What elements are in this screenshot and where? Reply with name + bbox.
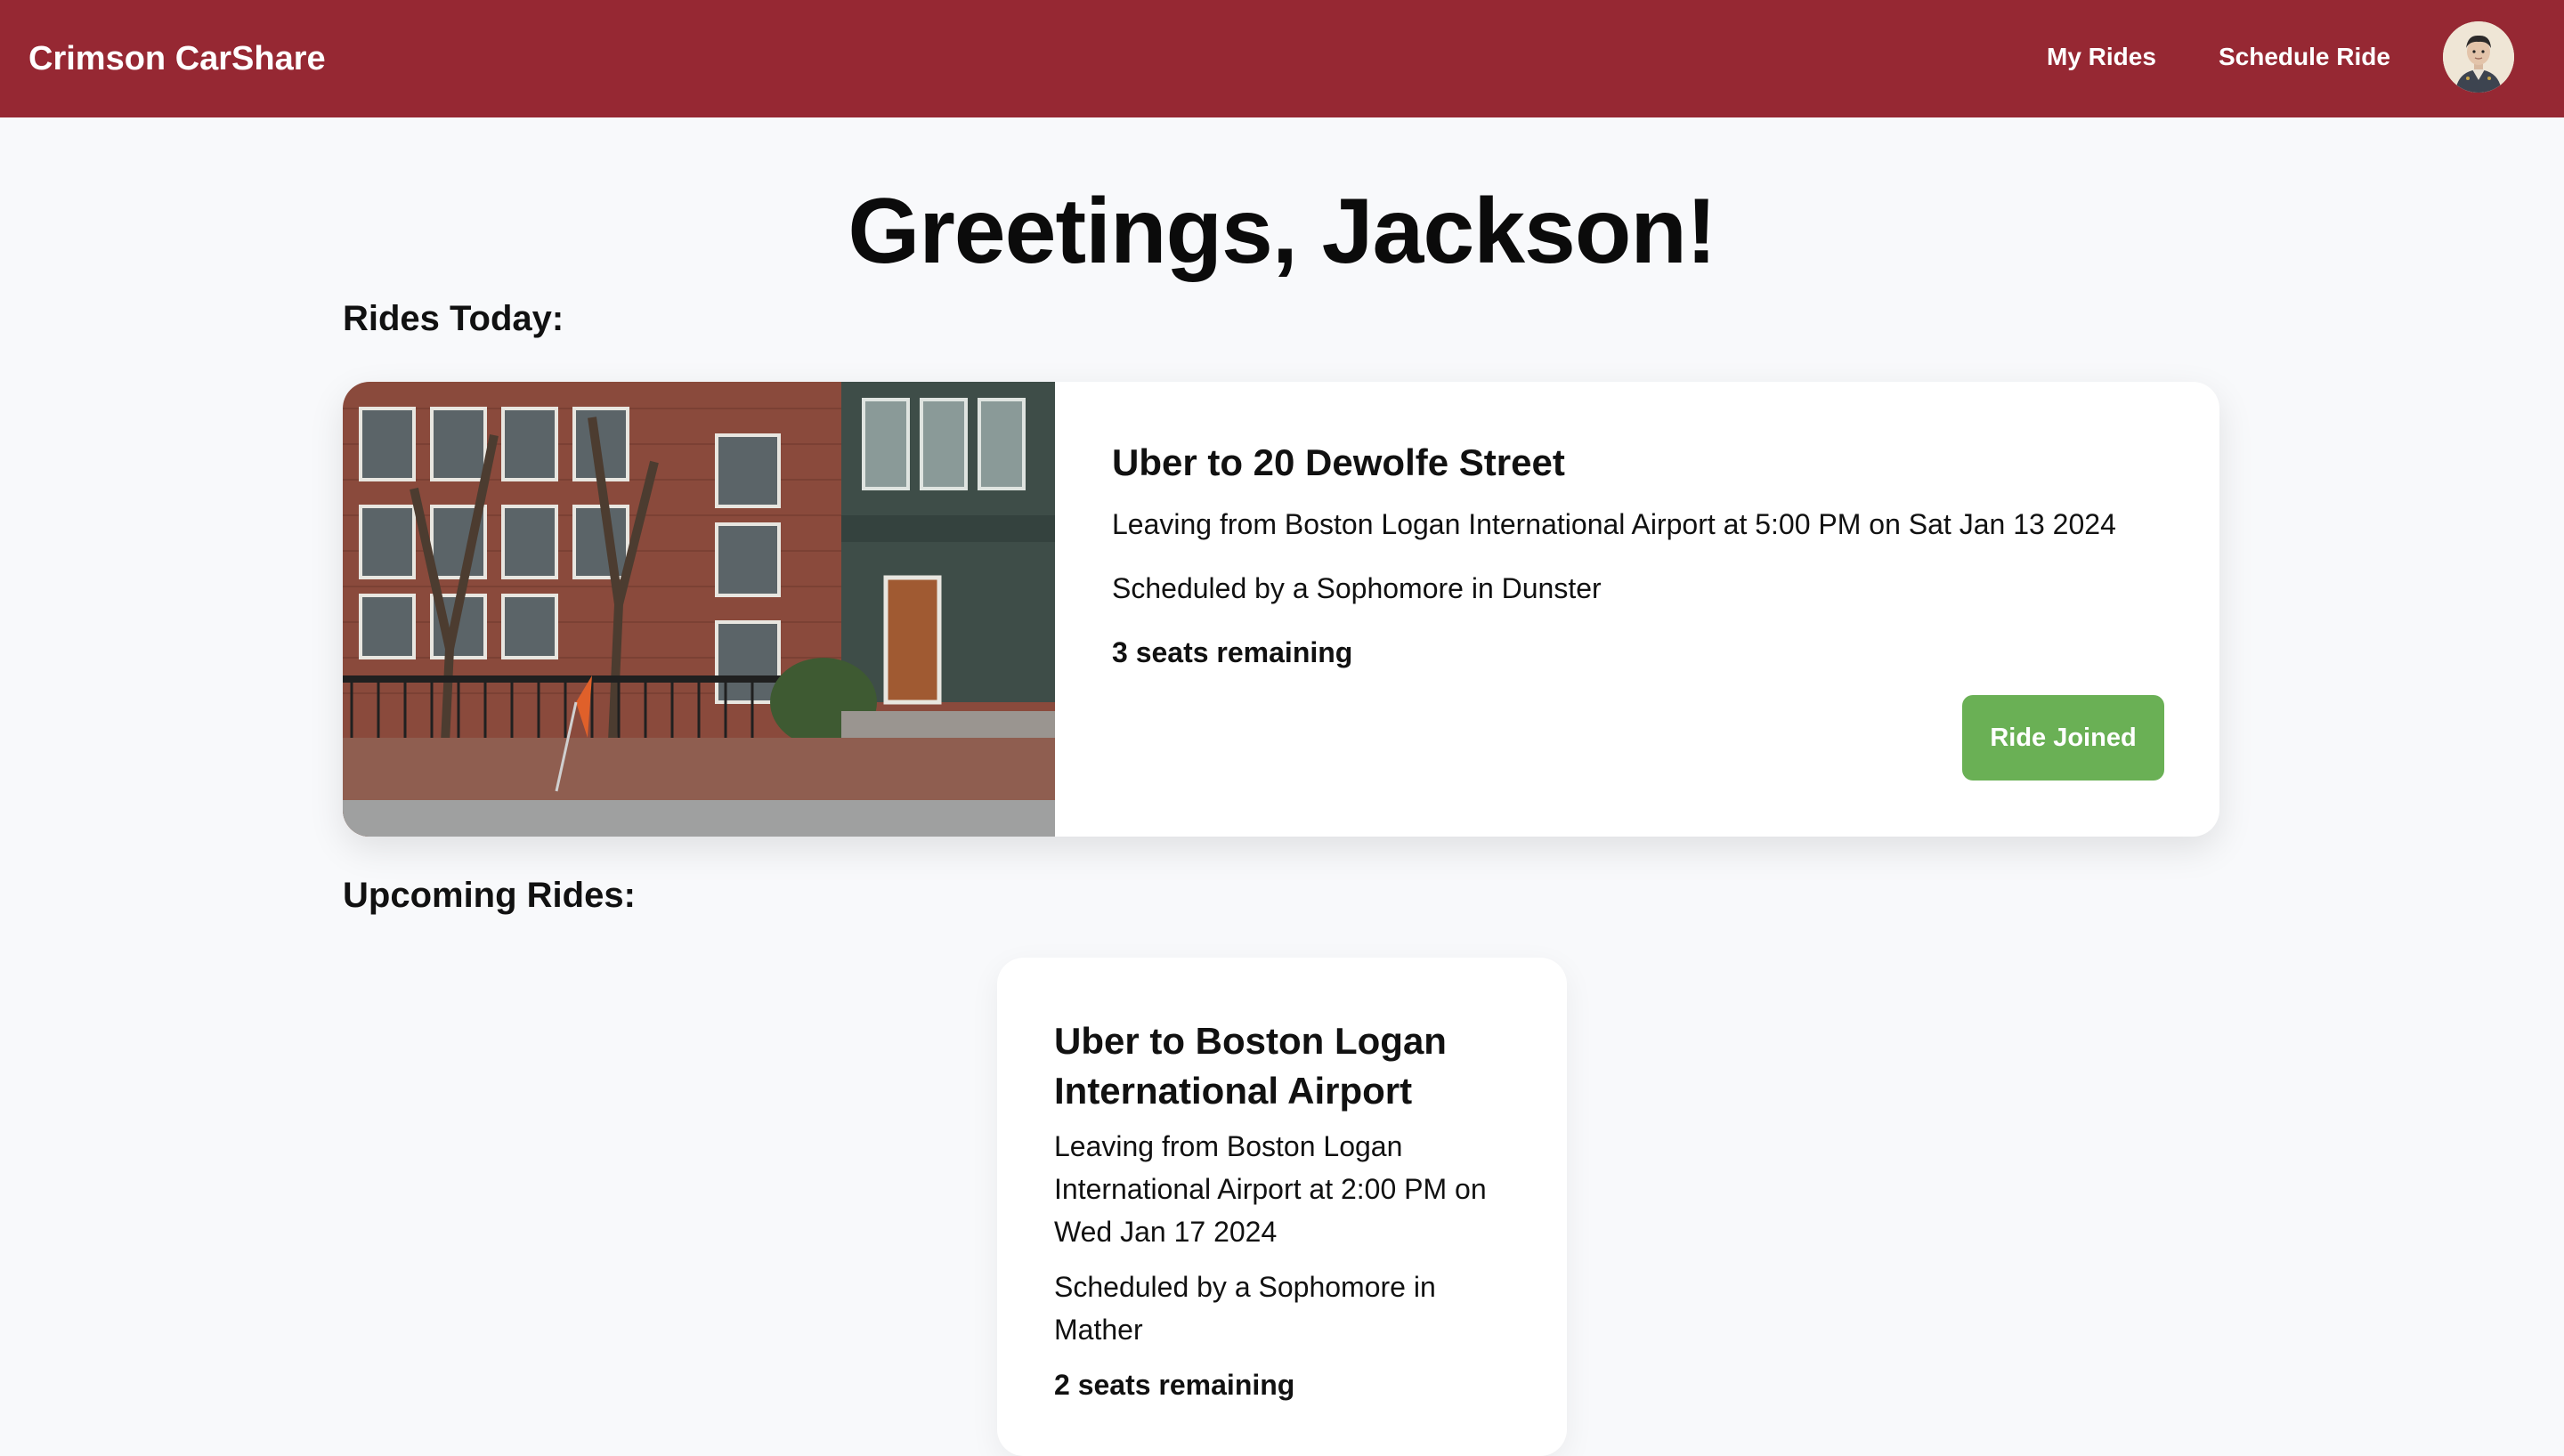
brick-building-photo [343,382,1055,837]
ride-card-upcoming-body: Uber to Boston Logan International Airpo… [1054,1016,1517,1406]
brand-logo-link[interactable]: Crimson CarShare [28,0,326,117]
ride-scheduled-by: Scheduled by a Sophomore in Dunster [1112,572,1602,604]
ride-card-today: Uber to 20 Dewolfe Street Leaving from B… [343,382,2219,837]
upcoming-rides-heading: Upcoming Rides: [343,876,636,915]
avatar-illustration [2443,21,2514,93]
rides-today-heading: Rides Today: [343,299,564,338]
ride-departure-info: Leaving from Boston Logan International … [1112,508,2116,540]
ride-card-today-body: Uber to 20 Dewolfe Street Leaving from B… [1112,439,2180,674]
ride-seats-remaining: 3 seats remaining [1112,636,1353,668]
ride-title: Uber to 20 Dewolfe Street [1112,441,1565,483]
nav-my-rides-link[interactable]: My Rides [2047,0,2156,114]
ride-departure-info: Leaving from Boston Logan International … [1054,1130,1487,1248]
top-navbar: Crimson CarShare My Rides Schedule Ride [0,0,2564,117]
nav-schedule-ride-link[interactable]: Schedule Ride [2219,0,2390,114]
page-greeting: Greetings, Jackson! [848,180,1716,283]
ride-seats-remaining: 2 seats remaining [1054,1369,1295,1401]
ride-joined-button[interactable]: Ride Joined [1962,695,2164,781]
ride-card-upcoming: Uber to Boston Logan International Airpo… [997,958,1567,1456]
ride-title: Uber to Boston Logan International Airpo… [1054,1020,1447,1112]
user-avatar-icon[interactable] [2443,21,2514,93]
ride-scheduled-by: Scheduled by a Sophomore in Mather [1054,1271,1436,1346]
